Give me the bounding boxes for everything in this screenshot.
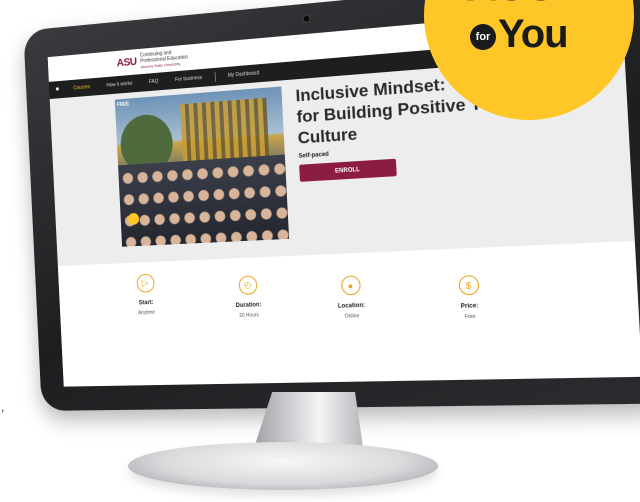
detail-value: Anytime: [138, 309, 156, 317]
stray-comma: ,: [1, 400, 5, 414]
free-tag: FREE: [116, 101, 130, 109]
course-photo: FREE: [114, 86, 290, 247]
detail-value: Online: [344, 313, 360, 320]
clock-icon: ◴: [237, 275, 258, 296]
detail-label: Price:: [460, 303, 479, 311]
dollar-icon: $: [457, 274, 480, 296]
location-pin-icon: ●: [340, 275, 361, 296]
brand-text: Continuing and Professional Education Ar…: [140, 49, 189, 71]
promo-for-circle: for: [470, 24, 496, 50]
product-shot: ASU Continuing and Professional Educatio…: [0, 0, 640, 502]
course-pace: Self-paced: [298, 151, 330, 160]
photo-building: [180, 97, 270, 164]
promo-asu-text: ASU: [466, 0, 557, 8]
detail-label: Start:: [138, 300, 154, 307]
nav-divider: [214, 71, 216, 82]
monitor-stand-base: [128, 442, 438, 490]
photo-group: [118, 154, 290, 247]
promo-you-text: You: [498, 12, 569, 56]
detail-price: $ Price: Free: [410, 273, 529, 322]
detail-duration: ◴ Duration: 20 Hours: [194, 274, 303, 321]
detail-label: Location:: [337, 302, 366, 310]
asu-logo[interactable]: ASU: [116, 56, 137, 69]
nav-faq[interactable]: FAQ: [140, 72, 167, 92]
detail-location: ● Location: Online: [295, 274, 408, 322]
play-icon: ▷: [135, 273, 155, 293]
home-icon[interactable]: ■: [49, 81, 66, 99]
enroll-button[interactable]: ENROLL: [299, 158, 397, 182]
detail-value: 20 Hours: [239, 312, 260, 319]
webcam: [303, 15, 310, 23]
detail-value: Free: [464, 313, 476, 321]
course-details: ▷ Start: Anytime ◴ Duration: 20 Hours ● …: [57, 240, 640, 387]
detail-start: ▷ Start: Anytime: [94, 272, 198, 318]
detail-label: Duration:: [235, 302, 262, 310]
